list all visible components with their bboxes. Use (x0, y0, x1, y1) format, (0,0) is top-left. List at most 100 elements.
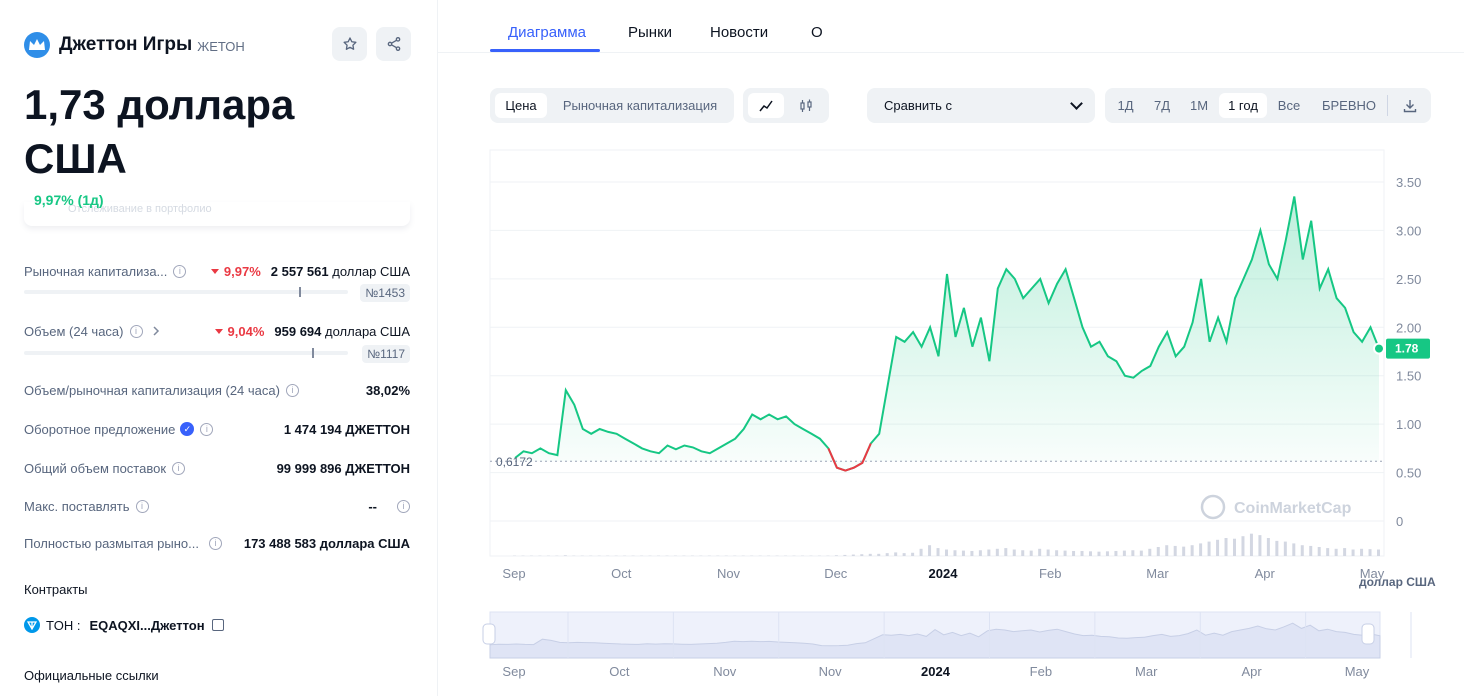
volume-bar (851, 554, 855, 556)
volume-bar (563, 555, 567, 556)
volume-bar (1190, 545, 1194, 556)
volume-bar (860, 554, 864, 556)
volume-bar (987, 549, 991, 556)
volume-bar (961, 550, 965, 556)
volume-bar (1021, 550, 1025, 556)
volume-bar (970, 550, 974, 556)
y-tick-label: 1.50 (1396, 369, 1421, 384)
y-tick-label: 0 (1396, 514, 1403, 529)
volume-bar (843, 554, 847, 556)
volume-bar (995, 548, 999, 556)
x-tick-label: Sep (502, 566, 525, 581)
volume-bar (902, 553, 906, 556)
volume-bar (1360, 548, 1364, 556)
x-tick-label: Mar (1146, 566, 1169, 581)
volume-bar (953, 550, 957, 556)
x-tick-label: Oct (611, 566, 632, 581)
volume-bar (945, 549, 948, 556)
volume-bar (1038, 548, 1042, 556)
volume-bar (834, 555, 838, 556)
volume-bar (894, 552, 898, 556)
volume-bar (1089, 551, 1092, 556)
y-axis-unit: доллар США (1359, 575, 1436, 589)
navigator-tick-label: May (1345, 664, 1370, 679)
volume-bar (1055, 550, 1059, 556)
volume-bar (1097, 551, 1101, 556)
volume-bar (1224, 538, 1228, 556)
volume-bar (1182, 546, 1186, 556)
navigator-tick-label: Nov (713, 664, 737, 679)
volume-bar (1173, 545, 1177, 556)
volume-bar (1343, 548, 1347, 556)
volume-bar (1105, 551, 1109, 556)
navigator-tick-label: Feb (1030, 664, 1052, 679)
volume-bar (1351, 549, 1355, 556)
volume-bar (1377, 549, 1380, 556)
volume-bar (1199, 543, 1203, 556)
y-tick-label: 3.50 (1396, 175, 1421, 190)
volume-bar (1004, 548, 1008, 556)
current-price-dot (1373, 342, 1385, 355)
volume-bar (1368, 549, 1372, 556)
y-tick-label: 2.50 (1396, 272, 1421, 287)
x-tick-label: Apr (1255, 566, 1276, 581)
volume-bar (1148, 548, 1152, 556)
watermark-text: CoinMarketCap (1234, 500, 1352, 517)
volume-bar (1029, 550, 1033, 556)
volume-bar (1165, 545, 1169, 556)
navigator-left-handle[interactable] (482, 623, 496, 645)
y-tick-label: 0.50 (1396, 466, 1421, 481)
volume-bar (1258, 535, 1262, 556)
navigator-tick-label: Nov (819, 664, 843, 679)
volume-bar (928, 545, 932, 556)
navigator-tick-label: 2024 (921, 664, 951, 679)
navigator-right-handle[interactable] (1361, 623, 1375, 645)
volume-bar (1241, 536, 1245, 556)
volume-bar (1300, 545, 1304, 556)
volume-bar (885, 553, 889, 556)
current-price-label: 1.78 (1395, 342, 1419, 356)
volume-bar (1063, 550, 1067, 556)
x-tick-label: 2024 (929, 566, 959, 581)
navigator-tick-label: Apr (1242, 664, 1263, 679)
volume-bar (1080, 550, 1084, 556)
x-tick-label: Nov (717, 566, 741, 581)
volume-bar (1156, 547, 1160, 556)
navigator-tick-label: Sep (502, 664, 525, 679)
volume-bar (1072, 550, 1076, 556)
volume-bar (1292, 543, 1296, 556)
volume-bar (1283, 541, 1287, 556)
volume-bar (978, 550, 982, 556)
navigator-tick-label: Mar (1135, 664, 1158, 679)
volume-bar (911, 552, 915, 556)
baseline-label: 0,6172 (496, 455, 533, 469)
volume-bar (877, 553, 881, 556)
volume-bar (1275, 540, 1279, 556)
volume-bar (1216, 539, 1220, 556)
coinmarketcap-logo-icon (1200, 494, 1226, 520)
navigator-tick-label: Oct (609, 664, 630, 679)
watermark: CoinMarketCap (1200, 494, 1352, 520)
volume-bar (1334, 548, 1338, 556)
y-tick-label: 3.00 (1396, 223, 1421, 238)
volume-bar (1122, 550, 1126, 556)
volume-bar (1046, 549, 1050, 556)
volume-bar (868, 553, 872, 556)
x-tick-label: Dec (824, 566, 848, 581)
volume-bar (1266, 538, 1270, 556)
volume-bar (1114, 550, 1118, 556)
volume-bar (1317, 547, 1321, 556)
volume-bar (936, 548, 940, 556)
price-chart[interactable]: 0,6172 3.50 3.00 2.50 2.00 1.50 1.00 0.50 0 Sep… (0, 0, 1464, 696)
volume-bar (1233, 538, 1236, 556)
volume-bar (1012, 549, 1016, 556)
volume-bar (1139, 550, 1143, 556)
volume-bar (919, 548, 923, 556)
volume-bar (1309, 545, 1313, 556)
volume-bar (1131, 550, 1135, 556)
volume-bar (1207, 541, 1211, 556)
price-area (515, 196, 1379, 471)
y-tick-label: 1.00 (1396, 417, 1421, 432)
y-tick-label: 2.00 (1396, 320, 1421, 335)
x-tick-label: Feb (1039, 566, 1061, 581)
